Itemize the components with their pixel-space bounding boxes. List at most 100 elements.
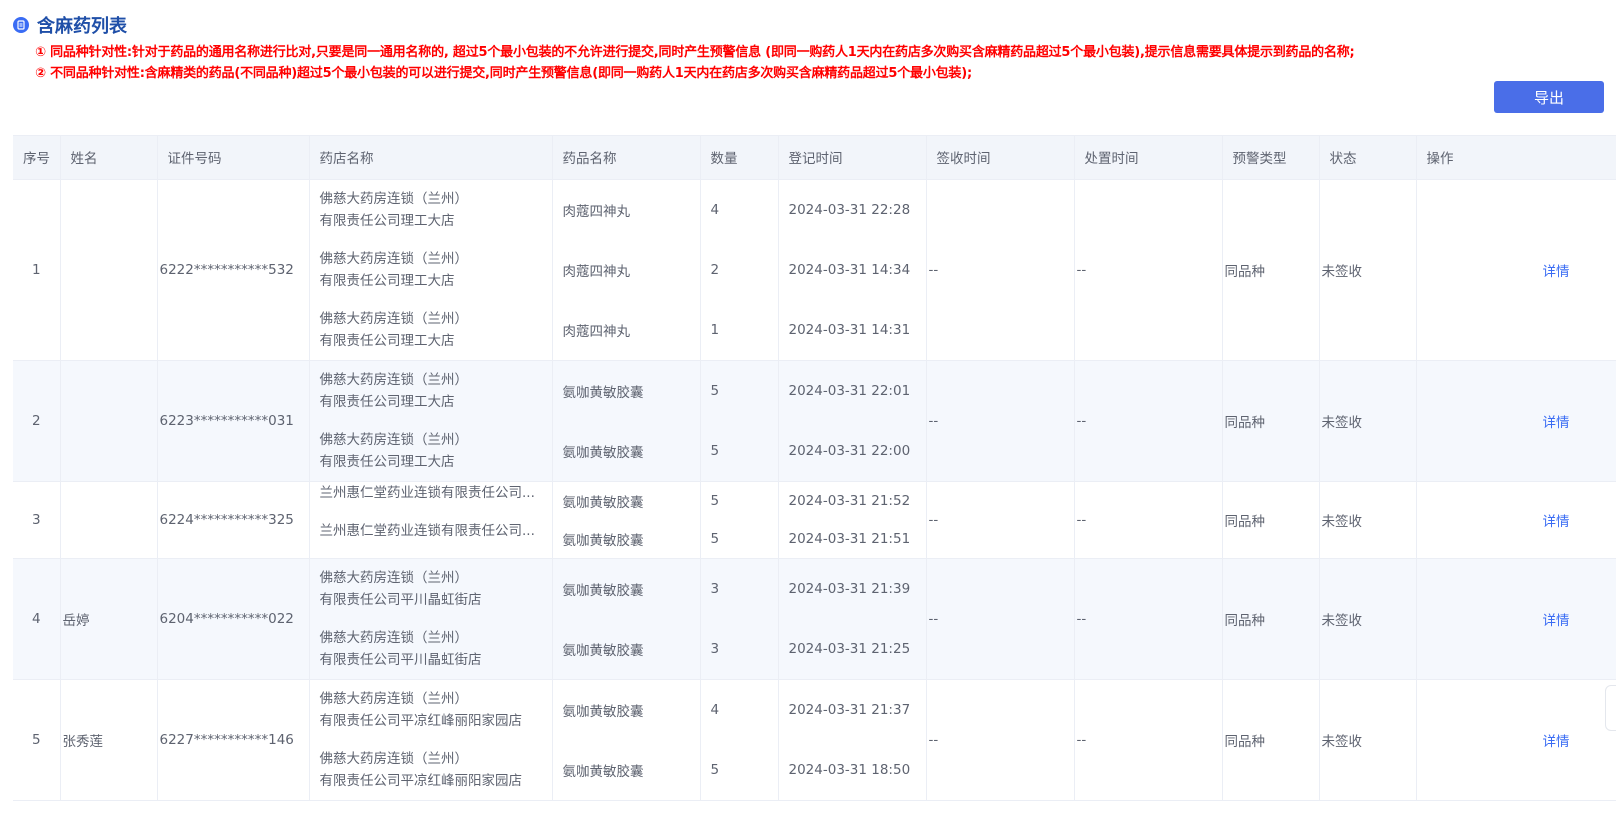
header-col-sign-time: 签收时间 — [926, 136, 1075, 180]
status-text: 未签收 — [1319, 679, 1417, 801]
table-row: 5 张秀莲 6227***********146 佛慈大药房连锁（兰州） 有限责任公司… — [13, 679, 1616, 801]
drug-name-entry: 氨咖黄敏胶囊 — [562, 494, 644, 511]
header-col-pharmacy: 药店名称 — [309, 136, 553, 180]
header-col-name: 姓名 — [60, 136, 158, 180]
row-index: 5 — [13, 679, 61, 801]
register-time-entry: 2024-03-31 21:25 — [788, 640, 911, 657]
drug-name: 氨咖黄敏胶囊 氨咖黄敏胶囊 — [552, 558, 701, 680]
row-index: 3 — [13, 481, 61, 559]
id-number: 6223***********031 — [157, 360, 310, 482]
export-button[interactable]: 导出 — [1494, 81, 1604, 113]
rule-different-variety: ② 不同品种针对性:含麻精类的药品(不同品种)超过5个最小包装的可以进行提交,同… — [35, 66, 972, 81]
quantity: 55 — [700, 481, 779, 559]
register-time-entry: 2024-03-31 22:28 — [788, 201, 911, 218]
buyer-name: 张秀莲 — [60, 679, 158, 801]
quantity-entry: 4 — [710, 201, 720, 218]
quantity-entry: 5 — [710, 761, 720, 778]
operation-cell: 详情 — [1416, 481, 1616, 559]
rule-same-variety: ① 同品种针对性:针对于药品的通用名称进行比对,只要是同一通用名称的, 超过5个… — [35, 45, 1355, 60]
drug-name: 肉蔻四神丸 肉蔻四神丸 肉蔻四神丸 — [552, 179, 701, 361]
id-number: 6222***********532 — [157, 179, 310, 361]
operation-cell: 详情 — [1416, 679, 1616, 801]
quantity-entry: 5 — [710, 442, 720, 459]
pharmacy-name-entry: 佛慈大药房连锁（兰州） 有限责任公司平凉红峰丽阳家园店 — [319, 750, 523, 789]
drug-name-entry: 肉蔻四神丸 — [562, 263, 631, 280]
id-number: 6224***********325 — [157, 481, 310, 559]
sign-time: -- — [926, 179, 1075, 361]
header-col-index: 序号 — [13, 136, 61, 180]
scroll-handle[interactable] — [1605, 685, 1616, 731]
register-time: 2024-03-31 21:39 2024-03-31 21:25 — [778, 558, 927, 680]
register-time-entry: 2024-03-31 21:52 — [788, 492, 911, 509]
header-col-quantity: 数量 — [700, 136, 779, 180]
table-row: 3 6224***********325 兰州惠仁堂药业连锁有限责任公司... 兰州惠… — [13, 481, 1616, 559]
quantity: 45 — [700, 679, 779, 801]
drug-name-entry: 氨咖黄敏胶囊 — [562, 642, 644, 659]
header-col-drug: 药品名称 — [552, 136, 701, 180]
quantity: 4 2 1 — [700, 179, 779, 361]
register-time-entry: 2024-03-31 21:51 — [788, 530, 911, 547]
status-text: 未签收 — [1319, 481, 1417, 559]
handle-time: -- — [1074, 481, 1223, 559]
buyer-name: 岳婷 — [60, 558, 158, 680]
table-header-row: 序号 姓名 证件号码 药店名称 药品名称 数量 登记时间 签收时间 处置时间 预警类型 状态 操作 — [13, 136, 1616, 180]
drug-name-entry: 氨咖黄敏胶囊 — [562, 384, 644, 401]
drug-name-entry: 氨咖黄敏胶囊 — [562, 582, 644, 599]
pharmacy-name-entry: 佛慈大药房连锁（兰州） 有限责任公司理工大店 — [319, 371, 469, 410]
page-header: 含麻药列表 — [13, 12, 127, 38]
drug-name: 氨咖黄敏胶囊 氨咖黄敏胶囊 — [552, 360, 701, 482]
medicine-table: 序号 姓名 证件号码 药店名称 药品名称 数量 登记时间 签收时间 处置时间 预警类型 状态 操作 1… — [13, 135, 1616, 801]
register-time: 2024-03-31 22:01 2024-03-31 22:00 — [778, 360, 927, 482]
register-time: 2024-03-31 21:52 2024-03-31 21:51 — [778, 481, 927, 559]
drug-name-entry: 氨咖黄敏胶囊 — [562, 444, 644, 461]
handle-time: -- — [1074, 558, 1223, 680]
handle-time: -- — [1074, 360, 1223, 482]
handle-time: -- — [1074, 179, 1223, 361]
header-col-status: 状态 — [1319, 136, 1417, 180]
pharmacy-name-entry: 佛慈大药房连锁（兰州） 有限责任公司理工大店 — [319, 190, 469, 229]
pharmacy-name-entry: 佛慈大药房连锁（兰州） 有限责任公司平川晶虹街店 — [319, 569, 482, 608]
warning-type: 同品种 — [1222, 360, 1320, 482]
buyer-name — [60, 360, 158, 482]
pharmacy-name: 佛慈大药房连锁（兰州） 有限责任公司理工大店 佛慈大药房连锁（兰州） 有限责任公司… — [309, 179, 553, 361]
register-time: 2024-03-31 21:37 2024-03-31 18:50 — [778, 679, 927, 801]
detail-link[interactable]: 详情 — [1543, 264, 1570, 280]
header-col-warn-type: 预警类型 — [1222, 136, 1320, 180]
drug-name-entry: 氨咖黄敏胶囊 — [562, 703, 644, 720]
sign-time: -- — [926, 360, 1075, 482]
table-row: 1 6222***********532 佛慈大药房连锁（兰州） 有限责任公司理工大… — [13, 179, 1616, 361]
drug-name-entry: 氨咖黄敏胶囊 — [562, 763, 644, 780]
register-time-entry: 2024-03-31 21:39 — [788, 580, 911, 597]
pharmacy-name-entry: 佛慈大药房连锁（兰州） 有限责任公司理工大店 — [319, 431, 469, 470]
operation-cell: 详情 — [1416, 558, 1616, 680]
row-index: 2 — [13, 360, 61, 482]
row-index: 1 — [13, 179, 61, 361]
header-col-id-number: 证件号码 — [157, 136, 310, 180]
pharmacy-name-entry: 佛慈大药房连锁（兰州） 有限责任公司平凉红峰丽阳家园店 — [319, 690, 523, 729]
pharmacy-name-entry: 佛慈大药房连锁（兰州） 有限责任公司理工大店 — [319, 250, 469, 289]
sign-time: -- — [926, 679, 1075, 801]
status-text: 未签收 — [1319, 179, 1417, 361]
drug-name-entry: 肉蔻四神丸 — [562, 323, 631, 340]
detail-link[interactable]: 详情 — [1543, 415, 1570, 431]
detail-link[interactable]: 详情 — [1543, 613, 1570, 629]
quantity: 33 — [700, 558, 779, 680]
handle-time: -- — [1074, 679, 1223, 801]
detail-link[interactable]: 详情 — [1543, 734, 1570, 750]
id-number: 6204***********022 — [157, 558, 310, 680]
register-time-entry: 2024-03-31 22:00 — [788, 442, 911, 459]
sign-time: -- — [926, 481, 1075, 559]
quantity-entry: 3 — [710, 580, 720, 597]
quantity-entry: 1 — [710, 321, 720, 338]
pharmacy-name: 佛慈大药房连锁（兰州） 有限责任公司平川晶虹街店 佛慈大药房连锁（兰州） 有限责任… — [309, 558, 553, 680]
header-col-handle-time: 处置时间 — [1074, 136, 1223, 180]
detail-link[interactable]: 详情 — [1543, 514, 1570, 530]
pharmacy-name: 佛慈大药房连锁（兰州） 有限责任公司平凉红峰丽阳家园店 佛慈大药房连锁（兰州） 有… — [309, 679, 553, 801]
quantity-entry: 5 — [710, 530, 720, 547]
status-text: 未签收 — [1319, 360, 1417, 482]
quantity-entry: 4 — [710, 701, 720, 718]
warning-type: 同品种 — [1222, 481, 1320, 559]
register-time-entry: 2024-03-31 14:34 — [788, 261, 911, 278]
operation-cell: 详情 — [1416, 360, 1616, 482]
buyer-name — [60, 179, 158, 361]
